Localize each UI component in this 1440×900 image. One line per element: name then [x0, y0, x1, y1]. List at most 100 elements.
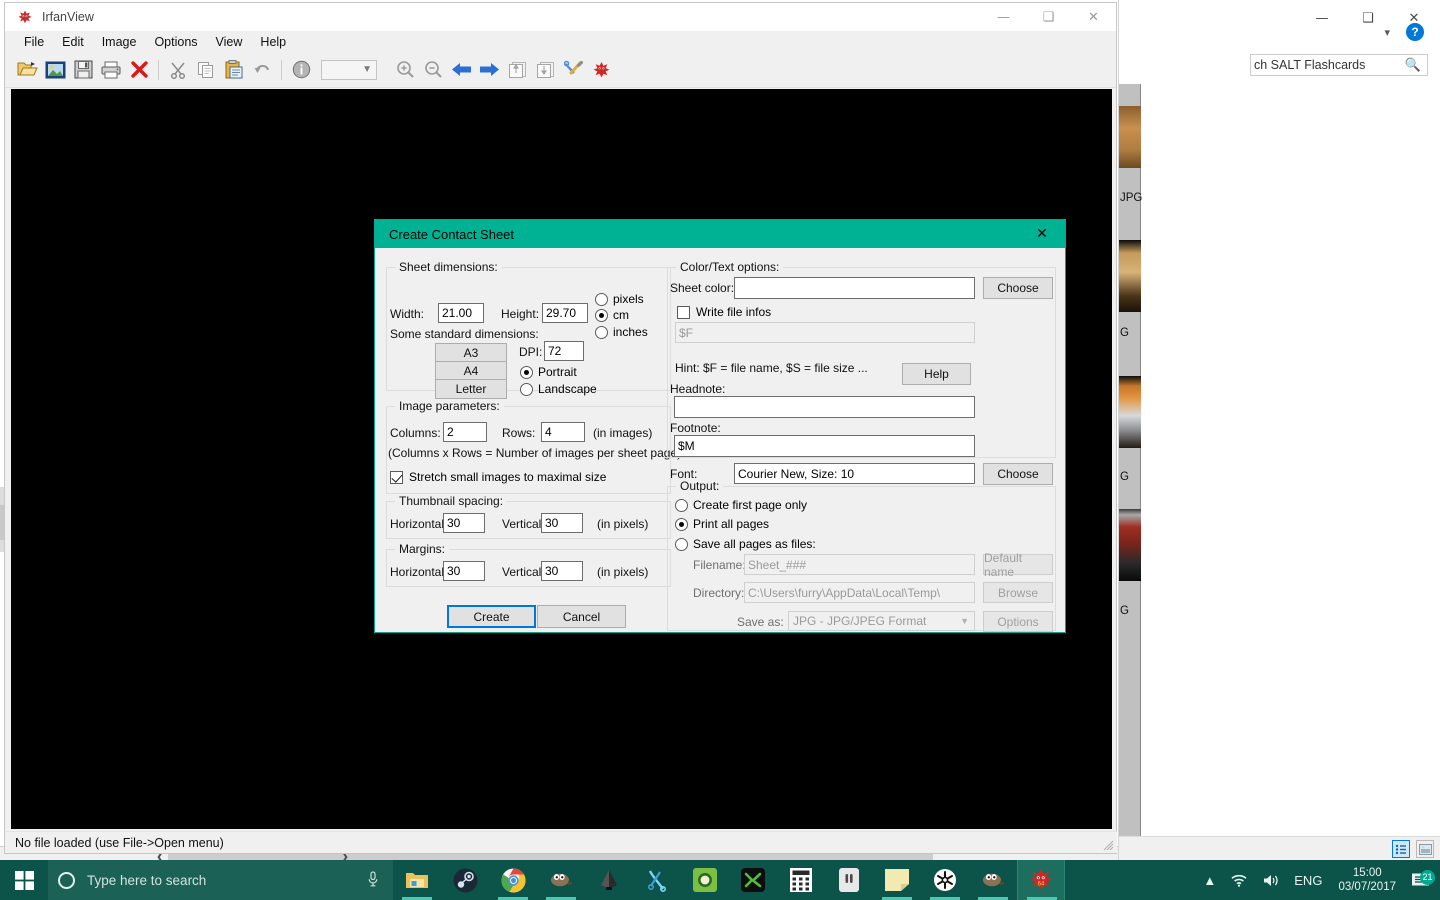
create-button[interactable]: Create	[447, 605, 536, 628]
create-contact-sheet-dialog[interactable]: Create Contact Sheet ✕ Sheet dimensions:…	[374, 219, 1066, 633]
volume-icon[interactable]	[1255, 873, 1287, 888]
menu-image[interactable]: Image	[93, 33, 146, 51]
explorer-view-buttons[interactable]	[1392, 840, 1434, 858]
large-icons-view-icon[interactable]	[1416, 840, 1434, 858]
language-indicator[interactable]: ENG	[1287, 873, 1329, 888]
menu-options[interactable]: Options	[145, 33, 206, 51]
chevron-down-icon[interactable]: ▼	[362, 64, 372, 75]
taskbar-app-google-chrome[interactable]	[489, 860, 537, 900]
taskbar-app-calculator[interactable]	[777, 860, 825, 900]
menu-view[interactable]: View	[207, 33, 252, 51]
background-explorer-window[interactable]: — ❑ ✕ ▾ ?	[1118, 0, 1440, 860]
footnote-input[interactable]: $M	[674, 435, 975, 457]
taskbar-app-green-app[interactable]	[681, 860, 729, 900]
letter-button[interactable]: Letter	[435, 379, 507, 399]
taskbar-app-green-x[interactable]	[729, 860, 777, 900]
irfanview-window-controls[interactable]: — ❑ ✕	[981, 3, 1116, 31]
chevron-down-icon[interactable]: ▾	[1384, 26, 1390, 39]
file-thumbnail[interactable]	[1119, 106, 1141, 168]
menu-edit[interactable]: Edit	[53, 33, 93, 51]
sheet-color-choose-button[interactable]: Choose	[983, 277, 1053, 299]
microphone-icon[interactable]	[367, 870, 379, 890]
a3-button[interactable]: A3	[435, 343, 507, 363]
file-thumbnail[interactable]	[1119, 509, 1141, 581]
taskbar-app-list[interactable]: 64	[393, 860, 1065, 900]
last-page-icon[interactable]	[531, 56, 559, 84]
irfanview-toolbar[interactable]: ▼	[5, 52, 1116, 88]
system-tray[interactable]: ▲ ENG 15:00 03/07/2017 21	[1196, 860, 1440, 900]
unit-pixels-radio[interactable]: pixels	[595, 292, 644, 306]
spacing-horizontal-input[interactable]: 30	[443, 513, 485, 533]
width-input[interactable]: 21.00	[438, 303, 484, 323]
help-button[interactable]: Help	[902, 363, 971, 385]
output-save-all-pages-radio[interactable]: Save all pages as files:	[675, 537, 816, 551]
orientation-landscape-radio[interactable]: Landscape	[520, 382, 597, 396]
font-value-field[interactable]: Courier New, Size: 10	[734, 463, 975, 484]
print-icon[interactable]	[97, 56, 125, 84]
cancel-button[interactable]: Cancel	[537, 605, 626, 628]
close-icon[interactable]: ✕	[1071, 3, 1116, 31]
file-thumbnail[interactable]	[1119, 376, 1141, 448]
file-thumbnail[interactable]	[1119, 240, 1141, 312]
menu-help[interactable]: Help	[251, 33, 295, 51]
thumbnails-icon[interactable]	[41, 56, 69, 84]
taskbar-app-gimp[interactable]	[537, 860, 585, 900]
dpi-input[interactable]: 72	[544, 341, 584, 361]
height-input[interactable]: 29.70	[542, 303, 588, 323]
unit-inches-radio[interactable]: inches	[595, 325, 648, 339]
resize-grip-icon[interactable]	[1102, 839, 1114, 851]
help-circle-icon[interactable]: ?	[1406, 23, 1424, 41]
zoom-combo[interactable]: ▼	[321, 59, 377, 80]
windows-taskbar[interactable]: Type here to search 64 ▲ ENG 15:00 03/07…	[0, 860, 1440, 900]
explorer-search-input[interactable]: ch SALT Flashcards 🔍	[1250, 54, 1428, 76]
windows-start-icon[interactable]	[0, 860, 48, 900]
margins-horizontal-input[interactable]: 30	[443, 561, 485, 581]
irfanview-title-bar[interactable]: IrfanView — ❑ ✕	[5, 3, 1116, 31]
action-center-icon[interactable]: 21	[1405, 869, 1440, 889]
taskbar-app-snowflake[interactable]	[921, 860, 969, 900]
show-hidden-icons-chevron[interactable]: ▲	[1196, 873, 1223, 888]
zoom-in-icon[interactable]	[391, 56, 419, 84]
taskbar-app-steam[interactable]	[441, 860, 489, 900]
irfanview-menu-bar[interactable]: File Edit Image Options View Help	[5, 31, 1116, 52]
taskbar-app-gimp-2[interactable]	[969, 860, 1017, 900]
output-print-all-pages-radio[interactable]: Print all pages	[675, 517, 769, 531]
open-folder-icon[interactable]	[13, 56, 41, 84]
menu-file[interactable]: File	[15, 33, 53, 51]
maximize-icon[interactable]: ❑	[1026, 3, 1071, 31]
headnote-input[interactable]	[674, 396, 975, 418]
taskbar-app-file-explorer[interactable]	[393, 860, 441, 900]
explorer-file-list[interactable]: JPG G G G	[1119, 84, 1142, 836]
taskbar-app-inkscape[interactable]	[585, 860, 633, 900]
copy-icon[interactable]	[192, 56, 220, 84]
save-icon[interactable]	[69, 56, 97, 84]
margins-vertical-input[interactable]: 30	[541, 561, 583, 581]
wifi-icon[interactable]	[1223, 873, 1255, 887]
settings-tools-icon[interactable]	[559, 56, 587, 84]
delete-icon[interactable]	[125, 56, 153, 84]
previous-arrow-icon[interactable]	[447, 56, 475, 84]
a4-button[interactable]: A4	[435, 361, 507, 381]
columns-input[interactable]: 2	[443, 422, 487, 442]
rows-input[interactable]: 4	[541, 422, 585, 442]
dialog-title-bar[interactable]: Create Contact Sheet ✕	[375, 220, 1065, 248]
zoom-out-icon[interactable]	[419, 56, 447, 84]
close-icon[interactable]: ✕	[1019, 220, 1065, 248]
irfanview-crab-icon[interactable]	[587, 56, 615, 84]
taskbar-clock[interactable]: 15:00 03/07/2017	[1329, 866, 1405, 894]
unit-cm-radio[interactable]: cm	[595, 308, 629, 322]
sheet-color-input[interactable]	[734, 277, 975, 299]
paste-icon[interactable]	[220, 56, 248, 84]
minimize-icon[interactable]: —	[1299, 4, 1345, 32]
taskbar-app-white-device[interactable]	[825, 860, 873, 900]
info-icon[interactable]	[287, 56, 315, 84]
taskbar-app-irfanview[interactable]: 64	[1017, 860, 1065, 900]
cut-icon[interactable]	[164, 56, 192, 84]
spacing-vertical-input[interactable]: 30	[541, 513, 583, 533]
first-page-icon[interactable]	[503, 56, 531, 84]
taskbar-app-sticky-notes[interactable]	[873, 860, 921, 900]
next-arrow-icon[interactable]	[475, 56, 503, 84]
minimize-icon[interactable]: —	[981, 3, 1026, 31]
taskbar-search-input[interactable]: Type here to search	[48, 860, 393, 900]
undo-icon[interactable]	[248, 56, 276, 84]
